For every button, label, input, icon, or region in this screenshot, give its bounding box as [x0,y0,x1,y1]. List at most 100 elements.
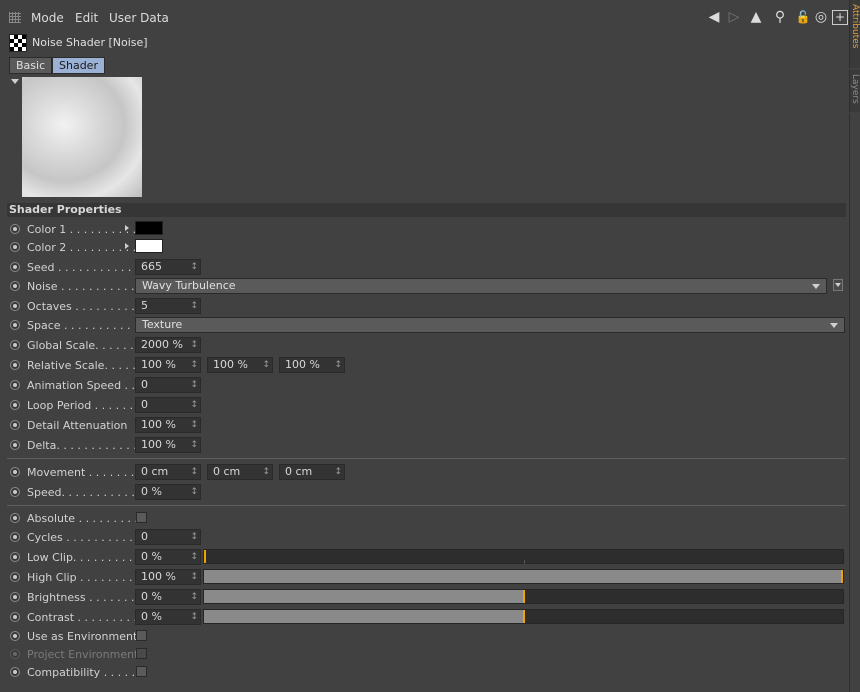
brightness-field[interactable]: 0 % [135,589,201,605]
animate-radio-icon[interactable] [10,340,20,350]
speed-field[interactable]: 0 % [135,484,201,500]
animate-radio-icon[interactable] [10,513,20,523]
relative-scale-z-field[interactable]: 100 % [279,357,345,373]
tab-basic[interactable]: Basic [9,57,53,74]
animate-radio-icon[interactable] [10,281,20,291]
animate-radio-icon[interactable] [10,360,20,370]
animate-radio-icon[interactable] [10,440,20,450]
new-panel-icon[interactable]: + [832,10,848,25]
animate-radio-icon[interactable] [10,667,20,677]
high-clip-slider[interactable] [203,569,844,584]
slider-fill [204,610,524,623]
slider-fill [204,590,524,603]
menu-user-data[interactable]: User Data [109,11,169,25]
high-clip-field[interactable]: 100 % [135,569,201,585]
relative-scale-x-field[interactable]: 100 % [135,357,201,373]
label-loop-period: Loop Period . . . . . . . [27,399,141,412]
slider-handle[interactable] [841,570,843,583]
animate-radio-icon[interactable] [10,532,20,542]
animate-radio-icon[interactable] [10,552,20,562]
search-icon[interactable]: ⚲ [772,9,788,25]
detail-attenuation-field[interactable]: 100 % [135,417,201,433]
animate-radio-icon[interactable] [10,224,20,234]
animate-radio-icon[interactable] [10,420,20,430]
animate-radio-icon[interactable] [10,467,20,477]
label-absolute: Absolute . . . . . . . . . . [27,512,146,525]
animate-radio-icon[interactable] [10,242,20,252]
animate-radio-icon[interactable] [10,262,20,272]
animate-radio-icon[interactable] [10,400,20,410]
cycles-field[interactable]: 0 [135,529,201,545]
label-color1: Color 1 . . . . . . . . . . [27,223,137,236]
menu-mode[interactable]: Mode [31,11,64,25]
space-dropdown[interactable]: Texture [135,317,845,333]
label-compatibility: Compatibility . . . . . . [27,666,143,679]
animate-radio-icon[interactable] [10,572,20,582]
animate-radio-icon[interactable] [10,631,20,641]
absolute-checkbox[interactable] [136,512,147,523]
tab-shader[interactable]: Shader [52,57,105,74]
animate-radio-icon[interactable] [10,592,20,602]
side-tab-attributes-label: Attributes [850,4,860,49]
movement-z-field[interactable]: 0 cm [279,464,345,480]
row-contrast: Contrast . . . . . . . . . . . 0 % [0,609,848,627]
label-octaves: Octaves . . . . . . . . . . . [27,300,149,313]
relative-scale-y-field[interactable]: 100 % [207,357,273,373]
animate-radio-icon [10,649,20,659]
side-tab-layers[interactable]: Layers [849,70,860,112]
color1-swatch[interactable] [135,221,163,235]
noise-dropdown[interactable]: Wavy Turbulence [135,278,827,294]
noise-shader-icon [9,34,27,52]
low-clip-slider[interactable] [203,549,844,564]
movement-y-field[interactable]: 0 cm [207,464,273,480]
compatibility-checkbox[interactable] [136,666,147,677]
use-as-environment-checkbox[interactable] [136,630,147,641]
label-high-clip: High Clip . . . . . . . . . . [27,571,147,584]
animate-radio-icon[interactable] [10,612,20,622]
shader-preview[interactable] [22,77,142,197]
lock-icon[interactable]: 🔓 [795,9,811,25]
movement-x-field[interactable]: 0 cm [135,464,201,480]
side-tab-attributes[interactable]: Attributes [849,0,860,68]
preview-collapse-icon[interactable] [11,79,19,84]
contrast-slider[interactable] [203,609,844,624]
target-icon[interactable]: ◎ [813,9,829,25]
label-global-scale: Global Scale. . . . . . . [27,339,141,352]
seed-field[interactable]: 665 [135,259,201,275]
row-octaves: Octaves . . . . . . . . . . . 5 [0,298,848,316]
side-tab-filler [849,113,860,692]
color2-swatch[interactable] [135,239,163,253]
up-arrow-icon[interactable]: ▲ [748,9,764,25]
contrast-field[interactable]: 0 % [135,609,201,625]
brightness-slider[interactable] [203,589,844,604]
back-arrow-icon[interactable]: ◀ [704,9,724,25]
animate-radio-icon[interactable] [10,301,20,311]
animate-radio-icon[interactable] [10,487,20,497]
row-low-clip: Low Clip. . . . . . . . . . . 0 % [0,549,848,567]
slider-handle[interactable] [523,610,525,623]
grip-icon[interactable] [9,12,21,23]
menu-edit[interactable]: Edit [75,11,98,25]
divider [7,505,846,506]
row-cycles: Cycles . . . . . . . . . . . . 0 [0,529,848,547]
row-relative-scale: Relative Scale. . . . . . 100 % 100 % 10… [0,357,848,375]
animate-radio-icon[interactable] [10,320,20,330]
row-brightness: Brightness . . . . . . . . . 0 % [0,589,848,607]
expand-arrow-icon[interactable] [125,243,129,249]
slider-handle[interactable] [204,550,206,563]
object-title: Noise Shader [Noise] [32,36,148,49]
slider-handle[interactable] [523,590,525,603]
animation-speed-field[interactable]: 0 [135,377,201,393]
expand-arrow-icon[interactable] [125,225,129,231]
side-tab-layers-label: Layers [850,74,860,104]
noise-browser-icon[interactable] [833,279,843,291]
low-clip-field[interactable]: 0 % [135,549,201,565]
loop-period-field[interactable]: 0 [135,397,201,413]
octaves-field[interactable]: 5 [135,298,201,314]
animate-radio-icon[interactable] [10,380,20,390]
forward-arrow-icon[interactable]: ▷ [724,9,744,25]
row-delta: Delta. . . . . . . . . . . . . . 100 % [0,437,848,455]
delta-field[interactable]: 100 % [135,437,201,453]
global-scale-field[interactable]: 2000 % [135,337,201,353]
row-global-scale: Global Scale. . . . . . . 2000 % [0,337,848,355]
